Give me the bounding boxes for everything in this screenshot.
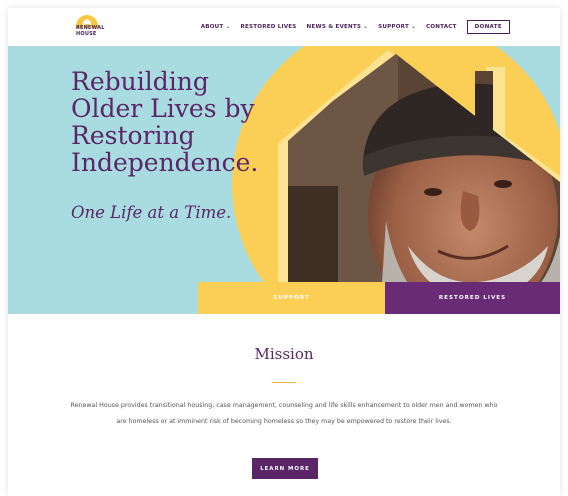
mission-text: Renewal House provides transitional hous… <box>70 402 498 425</box>
mission-heading: Mission <box>254 345 314 363</box>
headline-line-2: Older Lives by <box>71 94 255 123</box>
nav-about[interactable]: ABOUT ⌄ <box>201 24 231 30</box>
headline-line-3: Restoring <box>71 121 195 150</box>
hero-headline: Rebuilding Older Lives by Restoring Inde… <box>71 68 261 176</box>
support-cta-button[interactable]: SUPPORT <box>198 282 385 314</box>
logo-text: RENEWAL HOUSE <box>76 25 105 37</box>
site-header: RENEWAL HOUSE ABOUT ⌄ RESTORED LIVES NEW… <box>8 8 560 46</box>
nav-support[interactable]: SUPPORT ⌄ <box>378 24 416 30</box>
restored-lives-cta-button[interactable]: RESTORED LIVES <box>385 282 560 314</box>
hero-banner: Rebuilding Older Lives by Restoring Inde… <box>8 46 560 314</box>
heading-divider <box>272 382 296 383</box>
hero-tagline: One Life at a Time. <box>71 203 232 222</box>
donate-button[interactable]: DONATE <box>466 20 510 34</box>
nav-restored-lives[interactable]: RESTORED LIVES <box>240 24 296 30</box>
headline-line-1: Rebuilding <box>71 67 209 96</box>
headline-line-4: Independence. <box>71 148 259 177</box>
logo-line-2: HOUSE <box>76 30 97 37</box>
nav-news-events[interactable]: NEWS & EVENTS ⌄ <box>307 24 369 30</box>
learn-more-button[interactable]: LEARN MORE <box>252 458 318 479</box>
nav-contact[interactable]: CONTACT <box>426 24 457 30</box>
page-frame: RENEWAL HOUSE ABOUT ⌄ RESTORED LIVES NEW… <box>8 8 560 496</box>
logo[interactable]: RENEWAL HOUSE <box>70 12 120 42</box>
main-menu: ABOUT ⌄ RESTORED LIVES NEWS & EVENTS ⌄ S… <box>201 20 510 34</box>
